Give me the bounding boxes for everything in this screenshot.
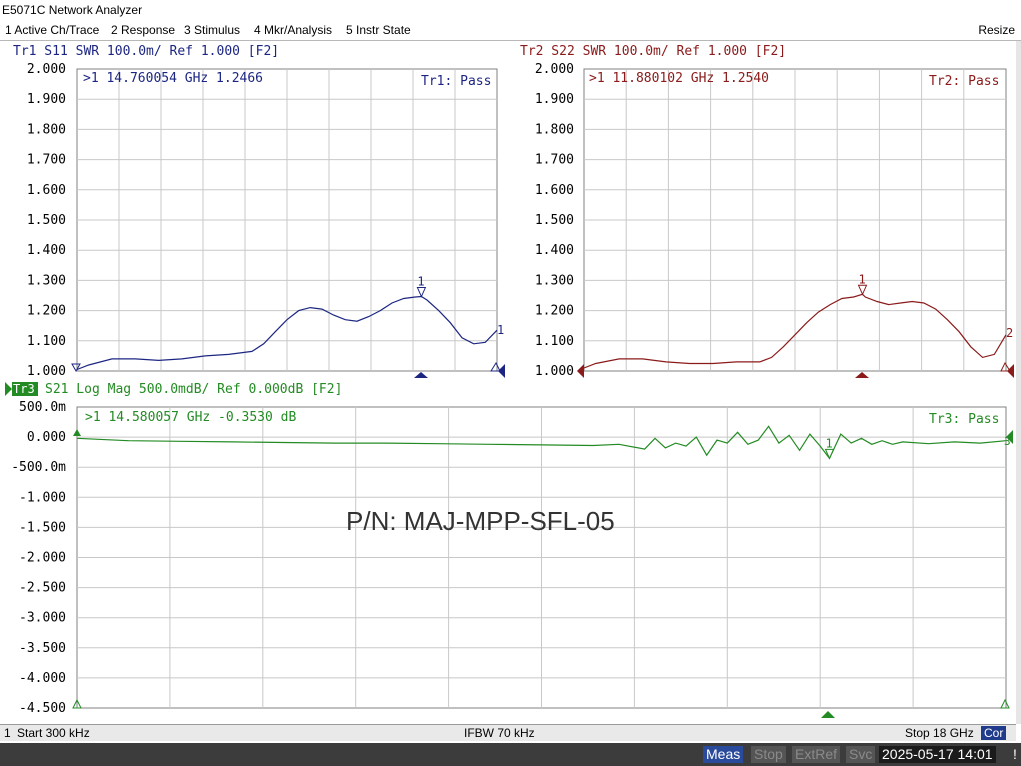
tr3-active-marker-arrow-icon[interactable] xyxy=(821,711,835,718)
y-tick-label: -4.000 xyxy=(19,671,66,686)
tr2-marker-label: 1 xyxy=(859,272,866,286)
meas-indicator[interactable]: Meas xyxy=(703,746,744,763)
y-tick-label: 1.700 xyxy=(27,153,66,168)
tr1-marker-1-icon[interactable] xyxy=(416,287,427,298)
y-tick-label: 1.300 xyxy=(27,273,66,288)
tr1-stop-marker-icon[interactable] xyxy=(490,361,501,372)
y-tick-label: -3.500 xyxy=(19,641,66,656)
window-title: E5071C Network Analyzer xyxy=(0,0,1021,20)
y-tick-label: 1.600 xyxy=(27,183,66,198)
tr2-scale-ref-icon[interactable] xyxy=(1007,364,1014,378)
tr3-pass-status: Tr3: Pass xyxy=(929,412,999,427)
tr1-pass-status: Tr1: Pass xyxy=(421,74,491,89)
svc-indicator: Svc xyxy=(846,746,876,763)
tr3-grid xyxy=(77,407,1006,708)
y-tick-label: 1.500 xyxy=(27,213,66,228)
y-tick-label: 1.100 xyxy=(27,334,66,349)
y-tick-label: 2.000 xyxy=(535,62,574,77)
tr2-header[interactable]: Tr2 S22 SWR 100.0m/ Ref 1.000 [F2] xyxy=(520,44,786,59)
y-tick-label: 1.000 xyxy=(535,364,574,379)
start-frequency[interactable]: Start 300 kHz xyxy=(17,726,90,740)
tr3-panel: Tr3 S21 Log Mag 500.0mdB/ Ref 0.000dB [F… xyxy=(5,382,1013,718)
y-tick-label: 1.000 xyxy=(27,364,66,379)
y-tick-label: 1.700 xyxy=(535,153,574,168)
y-tick-label: 1.400 xyxy=(535,243,574,258)
y-tick-label: -1.500 xyxy=(19,520,66,535)
channel-number[interactable]: 1 xyxy=(4,726,11,740)
channel-status-bar: 1 Start 300 kHz IFBW 70 kHz Stop 18 GHz … xyxy=(0,724,1016,741)
y-tick-label: -2.000 xyxy=(19,551,66,566)
y-tick-label: -1.000 xyxy=(19,490,66,505)
tr3-header[interactable]: S21 Log Mag 500.0mdB/ Ref 0.000dB [F2] xyxy=(45,382,342,397)
tr1-panel: Tr1 S11 SWR 100.0m/ Ref 1.000 [F2] 2.000… xyxy=(13,44,505,379)
y-tick-label: 1.900 xyxy=(27,92,66,107)
y-tick-label: 1.400 xyxy=(27,243,66,258)
instrument-status-bar: Meas Stop ExtRef Svc 2025-05-17 14:01 ! xyxy=(0,743,1021,766)
tr2-end-label: 2 xyxy=(1006,326,1013,340)
datetime-display: 2025-05-17 14:01 xyxy=(879,746,996,763)
y-tick-label: -3.000 xyxy=(19,611,66,626)
tr3-y-tick-labels: 500.0m 0.000 -500.0m -1.000 -1.500 -2.000 -2.5… xyxy=(11,400,66,716)
tr1-marker-readout: >1 14.760054 GHz 1.2466 xyxy=(83,71,263,86)
y-tick-label: -4.500 xyxy=(19,701,66,716)
resize-button[interactable]: Resize xyxy=(978,23,1015,37)
tr3-ref-left-icon[interactable] xyxy=(73,429,81,436)
tr3-marker-readout: >1 14.580057 GHz -0.3530 dB xyxy=(85,410,296,425)
stop-indicator[interactable]: Stop xyxy=(751,746,786,763)
tr1-start-marker-icon[interactable] xyxy=(71,363,81,373)
tr2-pass-status: Tr2: Pass xyxy=(929,74,999,89)
softkey-menu-bar: 1 Active Ch/Trace 2 Response 3 Stimulus … xyxy=(0,20,1021,41)
measurement-display: Tr1 S11 SWR 100.0m/ Ref 1.000 [F2] 2.000… xyxy=(5,44,1014,718)
correction-badge[interactable]: Cor xyxy=(981,726,1007,740)
if-bandwidth[interactable]: IFBW 70 kHz xyxy=(464,726,535,740)
y-tick-label: 1.200 xyxy=(27,304,66,319)
tr3-active-tag[interactable]: Tr3 xyxy=(13,382,35,396)
y-tick-label: 500.0m xyxy=(19,400,66,415)
y-tick-label: -2.500 xyxy=(19,581,66,596)
tr3-stop-marker-icon[interactable] xyxy=(1000,698,1010,709)
y-tick-label: 1.900 xyxy=(535,92,574,107)
tr1-active-marker-arrow-icon[interactable] xyxy=(414,372,428,378)
y-tick-label: 1.500 xyxy=(535,213,574,228)
y-tick-label: 2.000 xyxy=(27,62,66,77)
extref-indicator: ExtRef xyxy=(792,746,841,763)
tr1-marker-label: 1 xyxy=(417,275,424,289)
tr1-end-label: 1 xyxy=(497,323,504,337)
y-tick-label: 1.200 xyxy=(535,304,574,319)
y-tick-label: 0.000 xyxy=(27,430,66,445)
tr2-marker-readout: >1 11.880102 GHz 1.2540 xyxy=(589,71,769,86)
tr1-header[interactable]: Tr1 S11 SWR 100.0m/ Ref 1.000 [F2] xyxy=(13,44,279,59)
menu-stimulus[interactable]: 3 Stimulus xyxy=(184,23,240,37)
tr2-active-marker-arrow-icon[interactable] xyxy=(855,372,869,378)
tr2-scale-ref-left-icon[interactable] xyxy=(577,364,584,378)
y-tick-label: -500.0m xyxy=(11,460,66,475)
menu-response[interactable]: 2 Response xyxy=(111,23,175,37)
tr3-marker-label: 1 xyxy=(825,436,832,450)
y-tick-label: 1.100 xyxy=(535,334,574,349)
tr2-panel: Tr2 S22 SWR 100.0m/ Ref 1.000 [F2] 2.000… xyxy=(520,44,1014,379)
menu-instr-state[interactable]: 5 Instr State xyxy=(346,23,411,37)
stop-frequency[interactable]: Stop 18 GHz xyxy=(905,726,974,740)
tr2-marker-1-icon[interactable] xyxy=(857,284,868,296)
tr2-grid xyxy=(584,69,1006,371)
tr3-active-arrow-icon xyxy=(5,382,12,396)
menu-active-ch-trace[interactable]: 1 Active Ch/Trace xyxy=(5,23,99,37)
tr1-grid xyxy=(77,69,497,371)
y-tick-label: 1.800 xyxy=(535,122,574,137)
tr1-scale-ref-icon[interactable] xyxy=(498,364,505,378)
tr1-y-tick-labels: 2.000 1.900 1.800 1.700 1.600 1.500 1.400 1.300… xyxy=(27,62,66,379)
part-number-annotation: P/N: MAJ-MPP-SFL-05 xyxy=(346,506,615,536)
right-edge-strip xyxy=(1016,41,1021,724)
alert-indicator[interactable]: ! xyxy=(1011,746,1019,763)
tr2-y-tick-labels: 2.000 1.900 1.800 1.700 1.600 1.500 1.400 1.300… xyxy=(535,62,574,379)
y-tick-label: 1.600 xyxy=(535,183,574,198)
y-tick-label: 1.300 xyxy=(535,273,574,288)
y-tick-label: 1.800 xyxy=(27,122,66,137)
menu-mkr-analysis[interactable]: 4 Mkr/Analysis xyxy=(254,23,332,37)
